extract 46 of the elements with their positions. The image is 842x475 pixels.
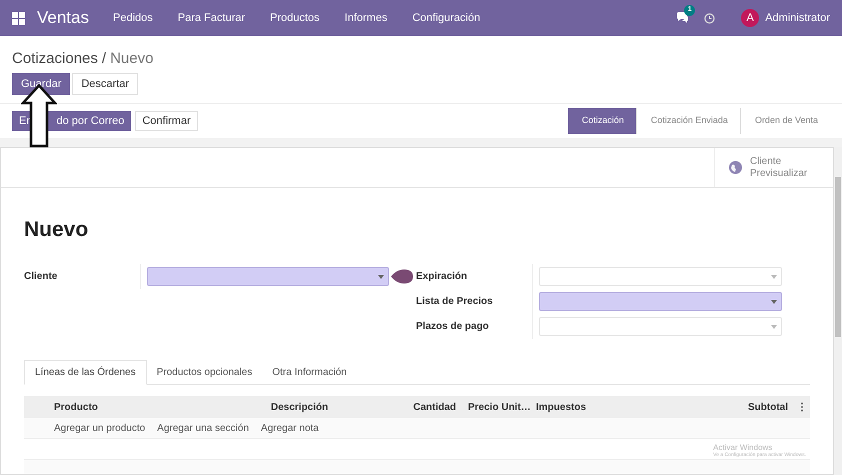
field-label: Expiración [416,270,468,284]
column-header[interactable]: Precio Unit… [462,400,534,414]
column-options-icon[interactable]: ⋮ [794,400,810,414]
app-name[interactable]: Ventas [37,5,89,31]
discard-button[interactable]: Descartar [72,73,138,95]
activation-notice: Activar Windows [713,443,774,452]
menu-item[interactable]: Configuración [412,10,480,26]
breadcrumb-link[interactable]: Cotizaciones [12,48,98,70]
select-field[interactable] [539,292,782,311]
add-line-link[interactable]: Agregar un producto [54,420,146,436]
breadcrumb-separator: / [102,48,106,69]
column-header[interactable]: Descripción [217,400,382,414]
add-line-link[interactable]: Agregar nota [260,420,319,436]
field-label: Lista de Precios [416,295,494,309]
breadcrumb-current: Nuevo [110,48,154,69]
user-avatar[interactable]: A [741,9,760,27]
caret-icon [771,324,777,328]
caret-icon [771,274,777,278]
chat-icon[interactable] [676,12,690,24]
tab[interactable]: Productos opcionales [146,360,262,384]
apps-menu-icon[interactable] [12,12,25,24]
menu-item[interactable]: Informes [344,10,388,26]
confirm-button[interactable]: Confirmar [135,111,198,131]
add-line-link[interactable]: Agregar una sección [157,420,249,436]
column-header[interactable]: Subtotal [724,400,794,414]
caret-icon [771,300,777,304]
caret-icon [378,274,384,278]
globe-icon [729,161,742,174]
status-stage[interactable]: Cotización [568,108,636,134]
menu-item[interactable]: Para Facturar [178,10,246,26]
column-header[interactable]: Cantidad [382,400,462,414]
tab[interactable]: Otra Información [262,360,357,384]
select-field[interactable] [147,267,389,286]
preview-button[interactable]: Cliente Previsualizar [714,148,833,187]
user-name[interactable]: Administrator [765,10,830,26]
menu-item[interactable]: Productos [270,10,320,26]
save-button[interactable]: Guardar [12,73,70,95]
field-label: Plazos de pago [416,320,490,334]
menu-item[interactable]: Pedidos [113,10,153,26]
clock-icon[interactable] [704,12,716,24]
field-label: Cliente [24,270,58,284]
droplet-icon [391,269,413,284]
column-header[interactable]: Producto [52,400,217,414]
column-header[interactable]: Impuestos [534,400,724,414]
tab[interactable]: Líneas de las Órdenes [24,360,147,385]
record-title: Nuevo [24,217,90,244]
